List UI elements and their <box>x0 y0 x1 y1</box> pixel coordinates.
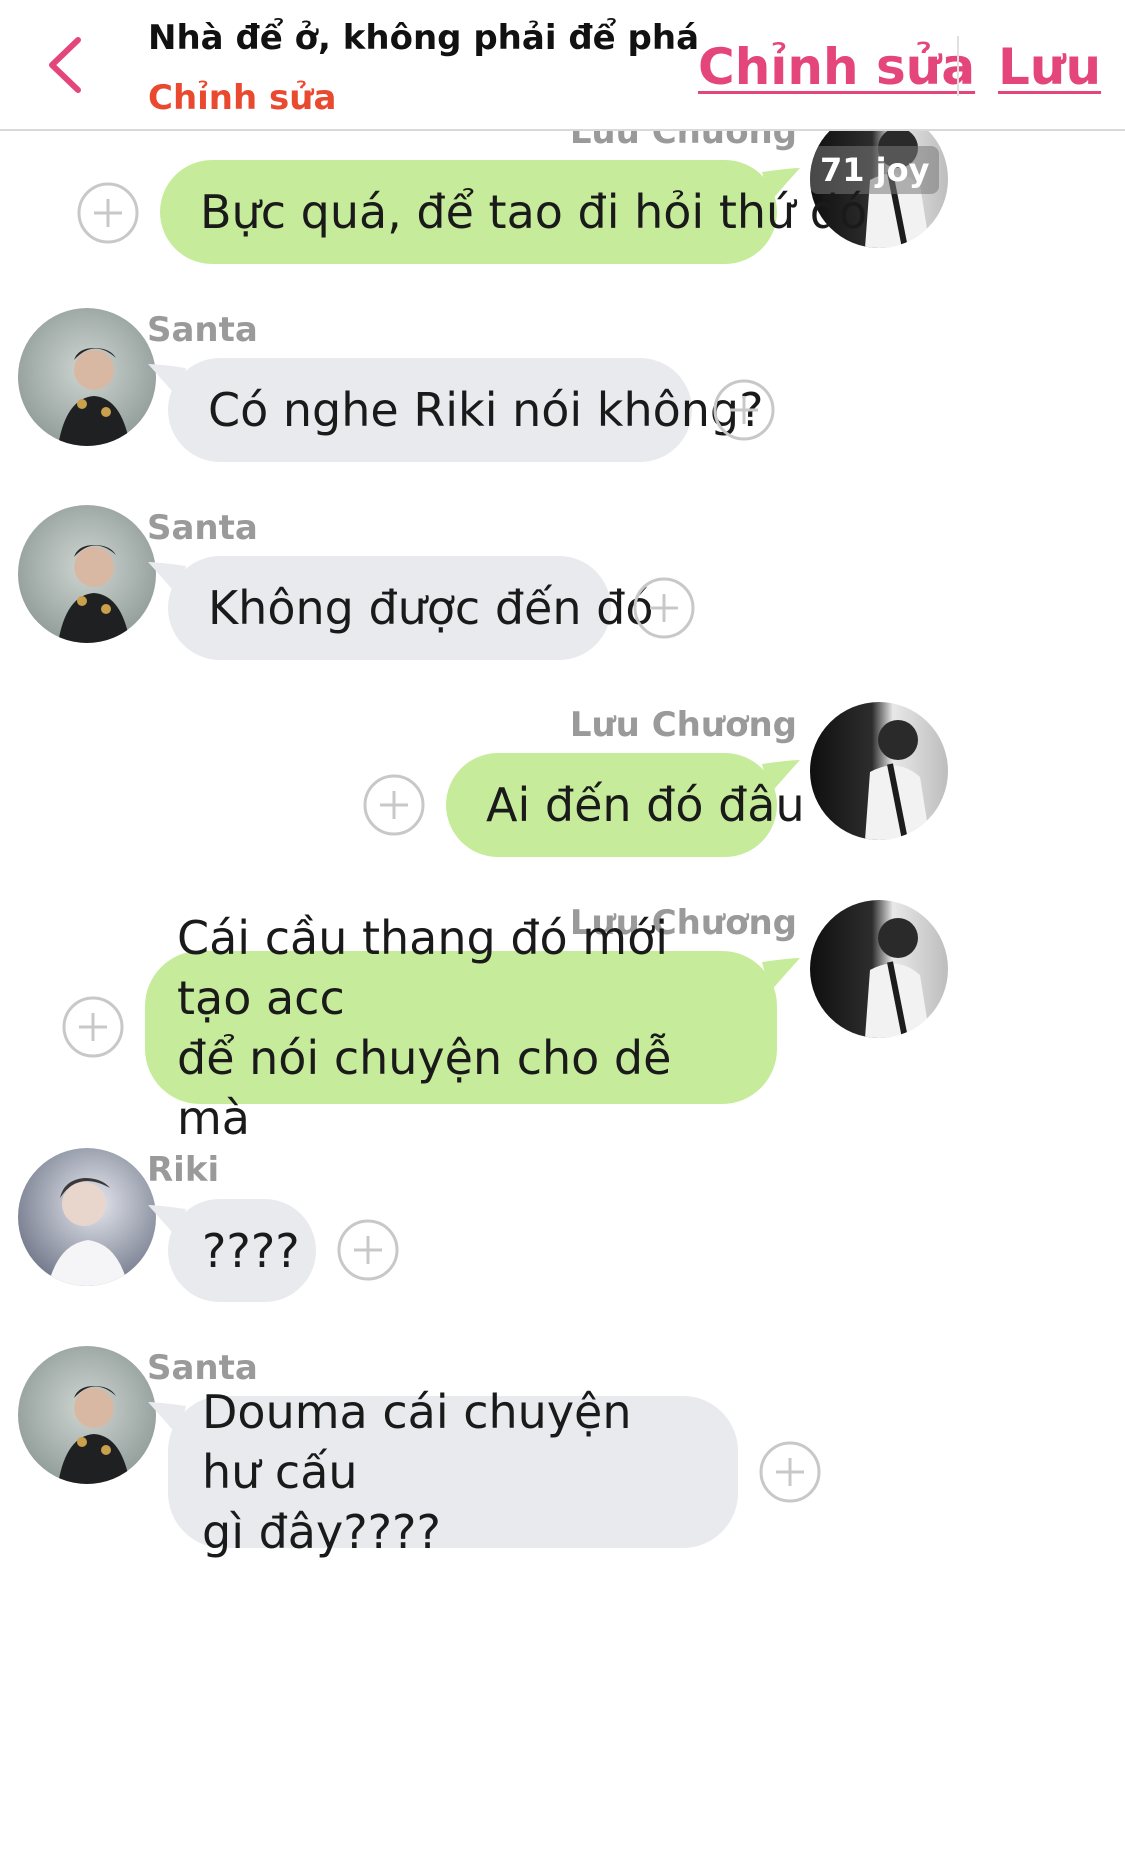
plus-circle-icon[interactable] <box>758 1440 822 1504</box>
message-bubble[interactable]: Không được đến đó <box>168 556 654 660</box>
chevron-left-icon <box>49 37 81 93</box>
conversation-title: Nhà để ở, không phải để phá <box>148 18 700 58</box>
header-divider <box>957 36 959 96</box>
plus-circle-icon[interactable] <box>712 378 776 442</box>
message-bubble[interactable]: Ai đến đó đâu <box>446 753 805 857</box>
back-button[interactable] <box>40 30 96 100</box>
message-bubble[interactable]: Douma cái chuyện hư cấu gì đây???? <box>168 1385 738 1559</box>
message-text: Ai đến đó đâu <box>486 778 805 832</box>
message-text: Bực quá, để tao đi hỏi thứ đó <box>200 185 868 239</box>
avatar[interactable] <box>18 1148 156 1286</box>
edit-button[interactable]: Chỉnh sửa <box>698 38 975 96</box>
avatar[interactable] <box>18 1346 156 1484</box>
message-text: ???? <box>202 1223 300 1278</box>
avatar[interactable] <box>810 900 948 1038</box>
message-bubble[interactable]: Có nghe Riki nói không? <box>168 358 764 462</box>
message-text: Douma cái chuyện hư cấu gì đây???? <box>202 1385 632 1559</box>
plus-circle-icon[interactable] <box>61 995 125 1059</box>
conversation-subtitle[interactable]: Chỉnh sửa <box>148 78 336 118</box>
sender-name: Santa <box>147 508 258 548</box>
message-text: Không được đến đó <box>208 581 654 635</box>
top-bar: Nhà để ở, không phải để phá Chỉnh sửa Ch… <box>0 0 1125 131</box>
plus-circle-icon[interactable] <box>362 773 426 837</box>
avatar[interactable] <box>18 505 156 643</box>
message-bubble[interactable]: ???? <box>168 1199 316 1302</box>
plus-circle-icon[interactable] <box>632 576 696 640</box>
sender-name: Lưu Chương <box>569 705 797 745</box>
avatar[interactable] <box>810 702 948 840</box>
sender-name: Santa <box>147 310 258 350</box>
save-button[interactable]: Lưu <box>998 38 1101 96</box>
avatar[interactable] <box>18 308 156 446</box>
message-text: Cái cầu thang đó mới tạo acc để nói chuy… <box>177 910 672 1145</box>
message-bubble[interactable]: Cái cầu thang đó mới tạo acc để nói chuy… <box>145 911 777 1145</box>
plus-circle-icon[interactable] <box>336 1218 400 1282</box>
plus-circle-icon[interactable] <box>76 181 140 245</box>
message-bubble[interactable]: Bực quá, để tao đi hỏi thứ đó <box>160 160 868 264</box>
message-text: Có nghe Riki nói không? <box>208 383 764 437</box>
sender-name: Riki <box>147 1150 220 1190</box>
